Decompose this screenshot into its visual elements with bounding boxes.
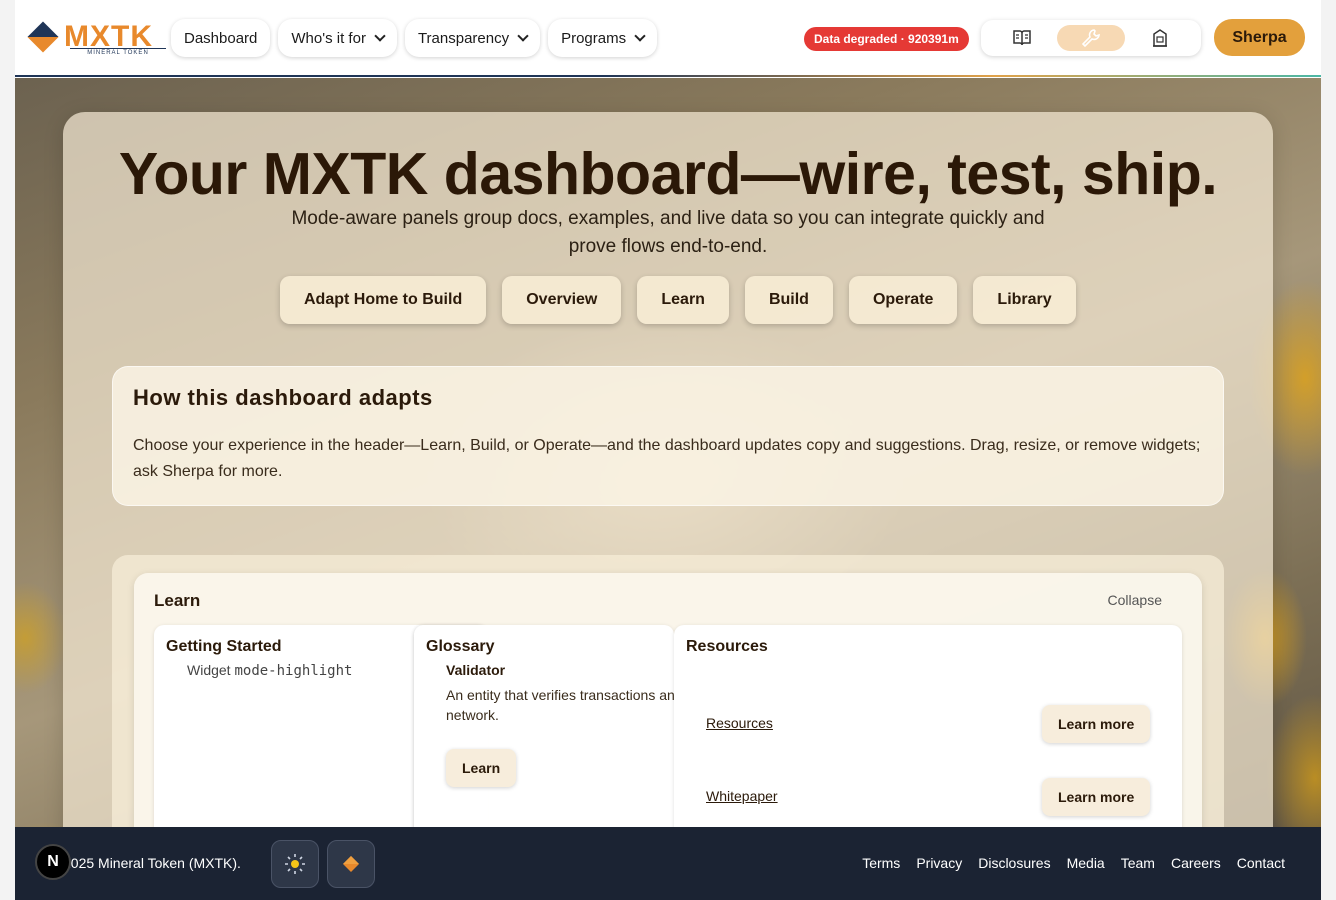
nav-label: Dashboard: [184, 29, 258, 47]
footer-link-disclosures[interactable]: Disclosures: [978, 855, 1050, 871]
resource-link-whitepaper[interactable]: Whitepaper: [706, 788, 778, 804]
learn-more-button[interactable]: Learn more: [1042, 778, 1151, 816]
learn-section: Learn Collapse Getting Started Widget mo…: [134, 573, 1202, 863]
glossary-term: Validator: [446, 662, 506, 678]
footer-link-team[interactable]: Team: [1121, 855, 1155, 871]
nav-whos-it-for[interactable]: Who's it for: [278, 19, 397, 57]
header-divider: [15, 75, 1321, 77]
logo[interactable]: MXTK MINERAL TOKEN: [27, 20, 166, 56]
widget-code: mode-highlight: [234, 663, 353, 679]
pill-operate[interactable]: Operate: [848, 276, 958, 324]
info-card: How this dashboard adapts Choose your ex…: [112, 366, 1224, 506]
book-icon: [1012, 30, 1031, 46]
learn-more-button[interactable]: Learn more: [1042, 705, 1151, 743]
info-title: How this dashboard adapts: [133, 385, 433, 410]
resource-link-resources[interactable]: Resources: [706, 715, 773, 731]
resources-card[interactable]: Resources Resources Learn more Whitepape…: [674, 625, 1182, 855]
mode-learn[interactable]: [988, 25, 1056, 51]
card-title: Getting Started: [166, 638, 282, 655]
nav-label: Transparency: [417, 29, 510, 47]
mode-operate[interactable]: [1126, 25, 1194, 51]
glossary-card[interactable]: Glossary Validator An entity that verifi…: [414, 625, 862, 855]
footer-link-media[interactable]: Media: [1067, 855, 1105, 871]
nav-label: Who's it for: [291, 29, 366, 47]
building-icon: [1153, 29, 1168, 47]
copyright-text: 2025 Mineral Token (MXTK).: [63, 855, 241, 871]
info-body: Choose your experience in the header—Lea…: [133, 437, 1201, 480]
mode-build[interactable]: [1056, 25, 1125, 51]
main-nav: Dashboard Who's it for Transparency Prog…: [171, 19, 658, 57]
top-header: MXTK MINERAL TOKEN Dashboard Who's it fo…: [15, 0, 1321, 77]
footer-link-contact[interactable]: Contact: [1237, 855, 1285, 871]
pill-overview[interactable]: Overview: [502, 276, 622, 324]
status-badge[interactable]: Data degraded · 920391m: [804, 27, 969, 51]
nav-transparency[interactable]: Transparency: [404, 19, 541, 57]
pill-build[interactable]: Build: [744, 276, 833, 324]
footer-link-careers[interactable]: Careers: [1171, 855, 1221, 871]
chevron-down-icon: [634, 30, 646, 42]
page-title: Your MXTK dashboard—wire, test, ship.: [118, 141, 1218, 207]
mode-pills: Adapt Home to Build Overview Learn Build…: [280, 276, 1076, 324]
brand-toggle-button[interactable]: [327, 840, 375, 888]
sun-icon: [285, 854, 305, 874]
app-frame: MXTK MINERAL TOKEN Dashboard Who's it fo…: [15, 0, 1321, 900]
diamond-icon: [343, 856, 359, 872]
glossary-learn-button[interactable]: Learn: [446, 749, 517, 787]
sherpa-button[interactable]: Sherpa: [1214, 19, 1305, 56]
chevron-down-icon: [517, 30, 529, 42]
footer-link-privacy[interactable]: Privacy: [916, 855, 962, 871]
wrench-icon: [1081, 29, 1100, 48]
mode-switcher: [981, 20, 1201, 56]
chevron-down-icon: [374, 30, 386, 42]
logo-mark-icon: [27, 21, 59, 53]
logo-subtitle: MINERAL TOKEN: [70, 48, 166, 56]
pill-library[interactable]: Library: [973, 276, 1076, 324]
nav-programs[interactable]: Programs: [548, 19, 658, 57]
learn-section-title: Learn: [154, 591, 201, 610]
widget-caption: Widget mode-highlight: [187, 662, 352, 679]
widget-caption-prefix: Widget: [187, 662, 235, 678]
dev-badge[interactable]: N: [35, 844, 71, 880]
nav-dashboard[interactable]: Dashboard: [171, 19, 271, 57]
nav-label: Programs: [561, 29, 627, 47]
collapse-button[interactable]: Collapse: [1108, 592, 1162, 608]
footer-links: Terms Privacy Disclosures Media Team Car…: [862, 855, 1285, 871]
card-title: Resources: [686, 638, 768, 655]
footer-link-terms[interactable]: Terms: [862, 855, 900, 871]
pill-learn[interactable]: Learn: [637, 276, 729, 324]
theme-toggle-button[interactable]: [271, 840, 319, 888]
card-title: Glossary: [426, 638, 495, 655]
page-subtitle: Mode-aware panels group docs, examples, …: [291, 208, 1045, 257]
adapt-home-button[interactable]: Adapt Home to Build: [280, 276, 487, 324]
footer: 2025 Mineral Token (MXTK). N Terms Priva…: [15, 827, 1321, 900]
